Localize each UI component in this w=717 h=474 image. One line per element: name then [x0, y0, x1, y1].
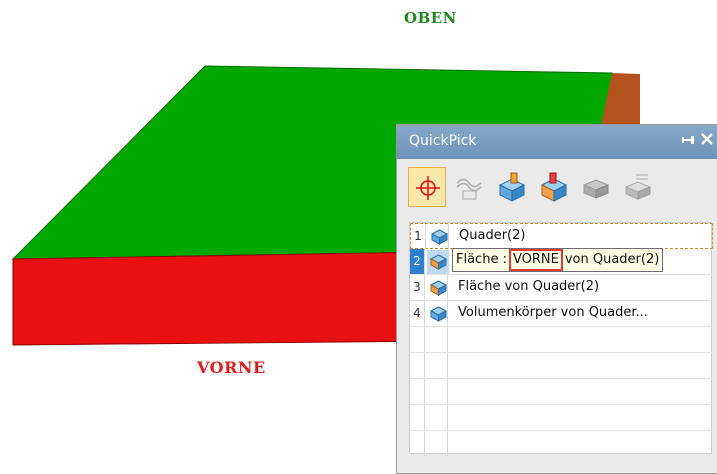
select-all-button[interactable] — [408, 167, 446, 207]
body-filter-button[interactable] — [492, 167, 530, 207]
empty-row — [410, 327, 713, 353]
curve-filter-button[interactable] — [450, 167, 488, 207]
list-item[interactable]: 3 Fläche von Quader(2) — [410, 275, 713, 301]
list-item[interactable]: 1 Quader(2) — [410, 223, 713, 249]
solid-icon — [430, 306, 447, 322]
solid-icon — [582, 179, 610, 199]
face-icon — [430, 280, 447, 296]
item-tooltip: Fläche : VORNE von Quader(2) — [452, 248, 664, 272]
empty-row — [410, 431, 713, 457]
curve-icon — [456, 178, 482, 200]
filter-toolbar — [408, 167, 708, 209]
solid-filter-button[interactable] — [576, 167, 614, 207]
empty-row — [410, 353, 713, 379]
empty-row — [410, 379, 713, 405]
top-face-label: OBEN — [404, 9, 457, 27]
body-icon — [498, 172, 526, 202]
item-number: 1 — [411, 224, 426, 249]
face-filter-button[interactable] — [534, 167, 572, 207]
face-icon — [430, 254, 447, 270]
quickpick-dialog[interactable]: QuickPick 1 Quader(2) 2 Fläche: VORNE v… — [396, 124, 717, 474]
item-label: Volumenkörper von Quader... — [458, 305, 648, 320]
quickpick-titlebar[interactable]: QuickPick — [397, 125, 717, 159]
list-item[interactable]: 4 Volumenkörper von Quader... — [410, 301, 713, 327]
selection-list[interactable]: 1 Quader(2) 2 Fläche : VORNE von Quader(2) — [409, 222, 713, 457]
item-number: 2 — [410, 249, 425, 274]
face-icon — [540, 172, 568, 202]
highlighted-face-name: VORNE — [508, 249, 563, 271]
list-item[interactable]: 2 Fläche : VORNE von Quader(2) — [410, 248, 713, 275]
crosshair-icon — [416, 176, 440, 200]
item-number: 3 — [410, 275, 425, 300]
front-face-label: VORNE — [197, 358, 266, 377]
selection-highlight — [427, 250, 449, 274]
body-icon — [431, 229, 448, 245]
dialog-title: QuickPick — [409, 133, 477, 149]
feature-icon — [624, 174, 652, 200]
pin-icon[interactable] — [682, 133, 696, 147]
item-number: 4 — [410, 301, 425, 326]
item-label: Fläche von Quader(2) — [458, 279, 600, 294]
empty-row — [410, 405, 713, 431]
feature-filter-button[interactable] — [618, 167, 656, 207]
item-label: Quader(2) — [459, 228, 526, 243]
close-icon[interactable] — [700, 130, 714, 148]
